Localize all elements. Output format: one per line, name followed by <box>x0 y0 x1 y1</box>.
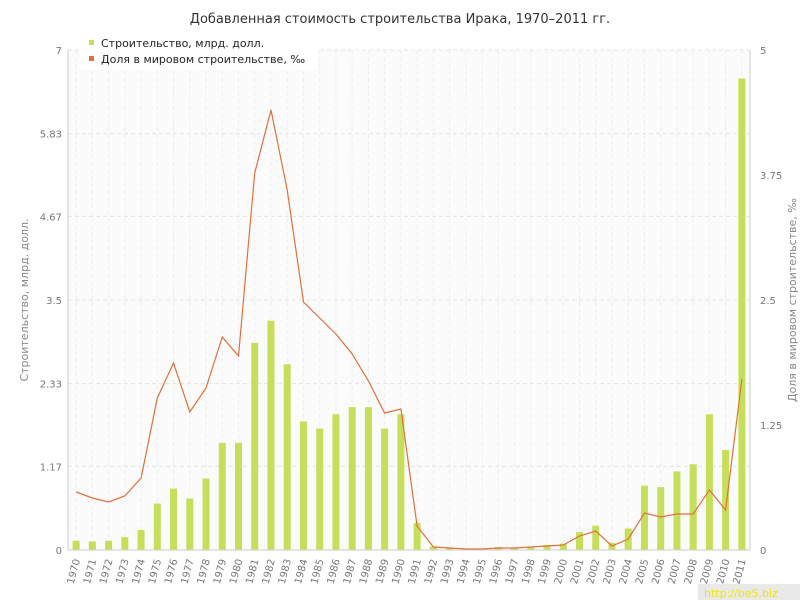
bar <box>673 471 681 550</box>
chart: Добавленная стоимость строительства Ирак… <box>18 12 800 600</box>
x-tick-label: 2006 <box>650 558 667 585</box>
bar <box>657 487 665 550</box>
bar <box>364 407 372 550</box>
y-tick-label: 1.17 <box>40 462 62 473</box>
x-tick-label: 2005 <box>634 558 651 585</box>
bar <box>592 525 600 550</box>
x-tick-label: 1971 <box>82 558 99 585</box>
y-tick-label: 0 <box>56 546 62 557</box>
x-tick-label: 1998 <box>520 558 537 585</box>
legend-swatch-line <box>89 56 94 61</box>
y2-tick-label: 1.25 <box>760 421 782 432</box>
watermark-text: http://be5.biz <box>704 587 778 600</box>
bar <box>381 428 389 550</box>
legend: Строительство, млрд. долл. Доля в мирово… <box>80 35 318 70</box>
left-axis-ticks: 0 1.17 2.33 3.5 4.67 5.83 7 <box>40 46 62 557</box>
bar <box>202 478 210 550</box>
bar <box>88 541 96 550</box>
x-tick-label: 2011 <box>732 558 749 585</box>
right-axis-ticks: 0 1.25 2.5 3.75 5 <box>760 46 782 557</box>
y-tick-label: 4.67 <box>40 212 62 223</box>
x-tick-label: 1975 <box>147 558 164 585</box>
x-tick-label: 1974 <box>131 558 148 585</box>
y2-tick-label: 5 <box>760 46 766 57</box>
x-tick-label: 1976 <box>163 558 180 585</box>
x-tick-label: 2007 <box>667 558 684 585</box>
bar <box>738 78 746 551</box>
x-tick-label: 1995 <box>472 558 489 585</box>
watermark: http://be5.biz <box>698 584 800 600</box>
x-tick-label: 2001 <box>569 558 586 585</box>
legend-label-line: Доля в мировом строительстве, ‰ <box>101 53 305 66</box>
y2-tick-label: 0 <box>760 546 766 557</box>
x-tick-label: 1989 <box>374 558 391 585</box>
bar <box>397 414 405 550</box>
x-tick-label: 1982 <box>261 558 278 585</box>
bar <box>105 540 113 550</box>
bar <box>722 450 730 550</box>
y-tick-label: 3.5 <box>46 296 62 307</box>
x-tick-label: 2000 <box>553 558 570 585</box>
bar <box>137 530 145 550</box>
x-tick-label: 1984 <box>293 558 310 585</box>
bar <box>689 464 697 550</box>
y2-tick-label: 2.5 <box>760 296 776 307</box>
bar <box>705 414 713 550</box>
bar <box>121 537 129 550</box>
bar <box>316 428 324 550</box>
x-tick-label: 1981 <box>244 558 261 585</box>
x-tick-label: 2004 <box>618 558 635 585</box>
x-tick-label: 1988 <box>358 558 375 585</box>
x-tick-label: 1994 <box>455 558 472 585</box>
x-axis-ticks: 1970 197119721973 197419751976 19771978 1979… <box>66 558 749 586</box>
x-tick-label: 1991 <box>407 558 424 585</box>
bar <box>299 421 307 550</box>
bar <box>348 407 356 550</box>
bar <box>283 364 291 550</box>
x-tick-label: 2009 <box>699 558 716 585</box>
x-tick-label: 1999 <box>537 558 554 585</box>
x-tick-label: 1986 <box>326 558 343 585</box>
x-tick-label: 1973 <box>114 558 131 585</box>
y-tick-label: 5.83 <box>40 130 62 141</box>
bar <box>267 320 275 550</box>
bar <box>218 442 226 550</box>
legend-swatch-bars <box>89 40 94 45</box>
y-tick-label: 7 <box>56 46 62 57</box>
bar <box>153 503 161 550</box>
x-tick-label: 1992 <box>423 558 440 585</box>
x-tick-label: 1990 <box>391 558 408 585</box>
x-tick-label: 1979 <box>212 558 229 585</box>
x-tick-label: 1972 <box>98 558 115 585</box>
bar <box>235 442 242 550</box>
x-tick-label: 1996 <box>488 558 505 585</box>
x-tick-label: 2003 <box>602 558 619 585</box>
bar <box>186 498 194 550</box>
chart-title: Добавленная стоимость строительства Ирак… <box>190 12 610 27</box>
x-tick-label: 2008 <box>683 558 700 585</box>
x-tick-label: 1970 <box>66 558 83 585</box>
y2-tick-label: 3.75 <box>760 171 782 182</box>
y2-axis-title: Доля в мировом строительстве, ‰ <box>786 198 799 402</box>
x-tick-label: 1983 <box>277 558 294 585</box>
y-axis-title: Строительство, млрд. долл. <box>18 218 31 381</box>
x-tick-label: 2010 <box>715 558 732 585</box>
x-tick-label: 1997 <box>504 558 521 585</box>
bar <box>170 488 178 550</box>
x-tick-label: 1987 <box>342 558 359 585</box>
bar <box>72 540 80 550</box>
x-tick-label: 1985 <box>309 558 326 585</box>
x-tick-label: 1978 <box>196 558 213 585</box>
grid <box>68 49 750 550</box>
x-tick-label: 1980 <box>228 558 245 585</box>
x-tick-label: 2002 <box>585 558 602 585</box>
bar <box>332 414 340 550</box>
plot-background <box>68 50 750 550</box>
x-tick-label: 1993 <box>439 558 456 585</box>
bar <box>251 342 259 550</box>
x-tick-label: 1977 <box>179 558 196 585</box>
y-tick-label: 2.33 <box>40 380 62 391</box>
legend-label-bars: Строительство, млрд. долл. <box>101 37 264 50</box>
